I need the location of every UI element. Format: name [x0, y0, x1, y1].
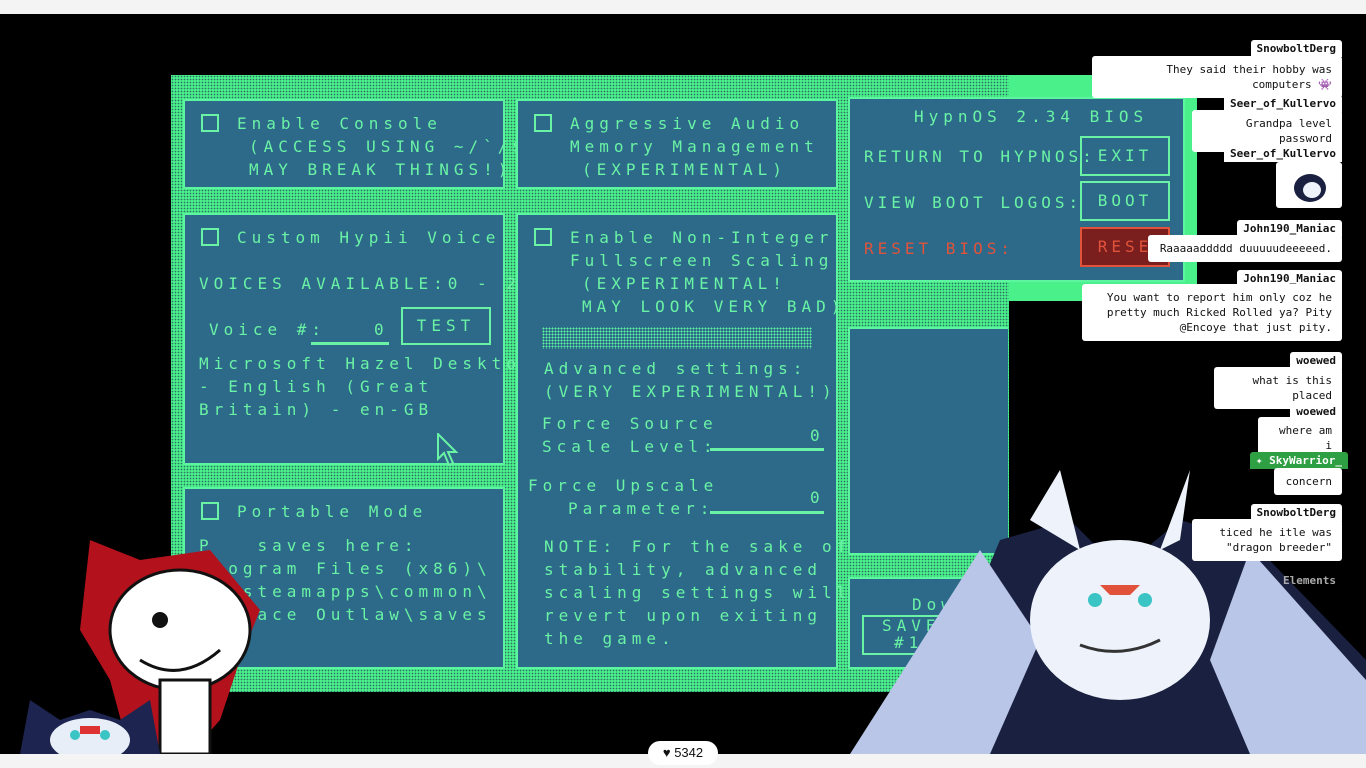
- chat-message: You want to report him only coz he prett…: [1082, 284, 1342, 341]
- aggressive-audio-line-3: (EXPERIMENTAL): [582, 160, 787, 179]
- aggressive-audio-panel: Aggressive Audio Memory Management (EXPE…: [516, 99, 838, 189]
- note-line-3: scaling settings will: [544, 583, 852, 602]
- return-label: RETURN TO HYPNOS:: [864, 147, 1096, 166]
- voice-number-field[interactable]: [311, 342, 389, 345]
- enable-console-panel: Enable Console (ACCESS USING ~/`/$ MAY B…: [183, 99, 522, 189]
- force-upscale-label-2: Parameter:: [568, 499, 715, 518]
- note-line-5: the game.: [544, 629, 676, 648]
- chat-user: Elements: [1283, 574, 1336, 587]
- aggressive-audio-checkbox[interactable]: [534, 114, 552, 132]
- force-source-label-1: Force Source: [542, 414, 718, 433]
- boot-button[interactable]: BOOT: [1080, 181, 1170, 221]
- aggressive-audio-line-2: Memory Management: [570, 137, 819, 156]
- chat-user-name: SkyWarrior_: [1269, 454, 1342, 467]
- force-upscale-field[interactable]: [710, 511, 824, 514]
- force-upscale-value[interactable]: 0: [810, 486, 825, 509]
- chat-message: concern: [1274, 468, 1342, 495]
- non-integer-checkbox[interactable]: [534, 228, 552, 246]
- enable-console-checkbox[interactable]: [201, 114, 219, 132]
- voice-name-line-3: Britain) - en-GB: [199, 400, 434, 419]
- exit-button[interactable]: EXIT: [1080, 136, 1170, 176]
- test-voice-button[interactable]: TEST: [401, 307, 491, 345]
- dragon-emote-icon: [1282, 166, 1338, 204]
- top-bar: [0, 0, 1366, 14]
- chat-message: Raaaaaddddd duuuuudeeeeed.: [1148, 235, 1342, 262]
- bios-header: HypnOS 2.34 BIOS: [914, 107, 1149, 126]
- voice-name-line-1: Microsoft Hazel Desktop: [199, 354, 536, 373]
- chat-message: ticed he itle was "dragon breeder": [1192, 519, 1342, 561]
- emote-icon: 👾: [1318, 78, 1332, 91]
- portable-mode-checkbox[interactable]: [201, 502, 219, 520]
- chat-message-text: They said their hobby was computers: [1166, 63, 1332, 91]
- small-dragon-avatar: [20, 700, 160, 754]
- like-count: 5342: [674, 745, 704, 760]
- chat-message: They said their hobby was computers 👾: [1092, 56, 1342, 98]
- like-counter[interactable]: ♥ 5342: [648, 741, 718, 765]
- enable-console-label: Enable Console: [237, 114, 442, 133]
- non-integer-label: Enable Non-Integer: [570, 228, 834, 247]
- advanced-settings-subtitle: (VERY EXPERIMENTAL!): [544, 382, 837, 401]
- voice-number-value[interactable]: 0: [374, 318, 389, 341]
- chat-user: SnowboltDerg: [1250, 40, 1342, 57]
- reset-label: RESET BIOS:: [864, 239, 1014, 258]
- badge-icon: ✦: [1255, 454, 1270, 467]
- chat-image-message: [1276, 162, 1342, 208]
- custom-voice-label: Custom Hypii Voice: [237, 228, 501, 247]
- note-line-4: revert upon exiting: [544, 606, 823, 625]
- bios-main-panel: HypnOS 2.34 BIOS RETURN TO HYPNOS: EXIT …: [848, 97, 1185, 282]
- note-line-2: stability, advanced: [544, 560, 823, 579]
- custom-voice-panel: Custom Hypii Voice VOICES AVAILABLE:0 - …: [183, 213, 531, 465]
- force-source-field[interactable]: [710, 448, 824, 451]
- voice-name-line-2: - English (Great: [199, 377, 434, 396]
- divider: [542, 327, 812, 349]
- force-source-value[interactable]: 0: [810, 424, 825, 447]
- enable-console-note-2: MAY BREAK THINGS!): [249, 160, 513, 179]
- chat-user: Seer_of_Kullervo: [1224, 145, 1342, 162]
- non-integer-line-2: Fullscreen Scaling: [570, 251, 834, 270]
- heart-icon: ♥: [662, 745, 675, 760]
- note-line-1: NOTE: For the sake of: [544, 537, 852, 556]
- boot-label: VIEW BOOT LOGOS:: [864, 193, 1083, 212]
- chat-user: ✦ SkyWarrior_: [1249, 452, 1348, 469]
- custom-voice-checkbox[interactable]: [201, 228, 219, 246]
- force-upscale-label-1: Force Upscale: [528, 476, 719, 495]
- voices-available-text: VOICES AVAILABLE:0 - 2: [199, 274, 521, 293]
- non-integer-line-3: (EXPERIMENTAL!: [582, 274, 787, 293]
- advanced-settings-title: Advanced settings:: [544, 359, 808, 378]
- aggressive-audio-label: Aggressive Audio: [570, 114, 805, 133]
- enable-console-note-1: (ACCESS USING ~/`/$: [249, 137, 528, 156]
- mouse-cursor-icon: [437, 433, 459, 467]
- voice-number-label: Voice #:: [209, 320, 327, 339]
- scaling-panel: Enable Non-Integer Fullscreen Scaling (E…: [516, 213, 846, 669]
- non-integer-line-4: MAY LOOK VERY BAD): [582, 297, 846, 316]
- force-source-label-2: Scale Level:: [542, 437, 718, 456]
